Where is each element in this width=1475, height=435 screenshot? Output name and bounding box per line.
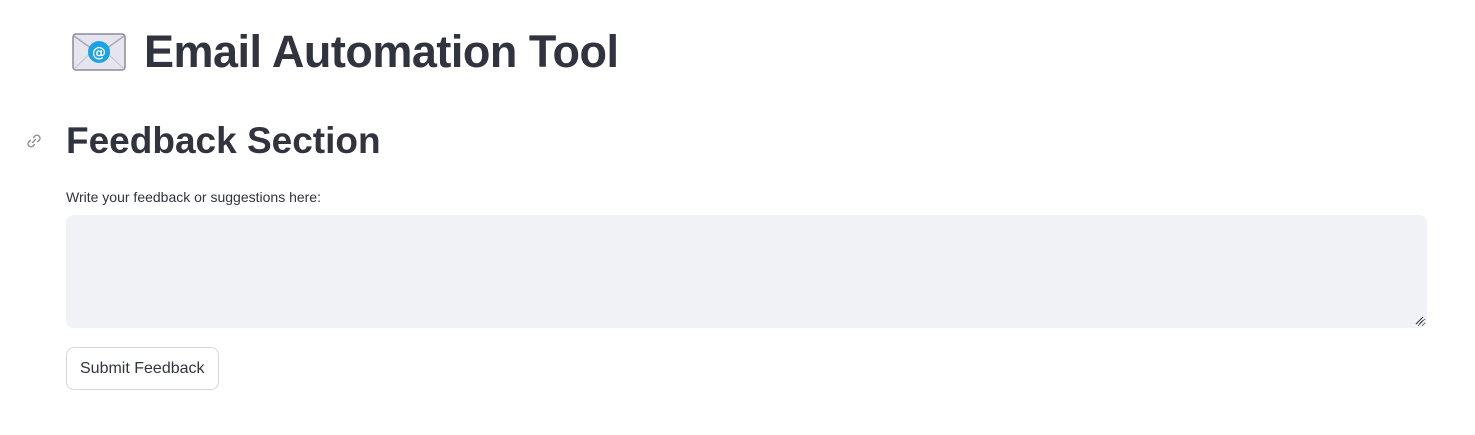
app-page: @ Email Automation Tool Feedback Section…	[0, 0, 1475, 435]
feedback-textarea[interactable]	[66, 215, 1427, 328]
app-header: @ Email Automation Tool	[72, 24, 619, 80]
app-title: Email Automation Tool	[144, 26, 619, 77]
envelope-with-at-icon: @	[72, 33, 126, 71]
feedback-field-container	[66, 215, 1427, 328]
section-title: Feedback Section	[66, 120, 381, 161]
submit-feedback-button[interactable]: Submit Feedback	[66, 347, 219, 390]
feedback-label: Write your feedback or suggestions here:	[66, 189, 321, 205]
svg-text:@: @	[92, 45, 106, 61]
link-icon[interactable]	[24, 131, 44, 151]
